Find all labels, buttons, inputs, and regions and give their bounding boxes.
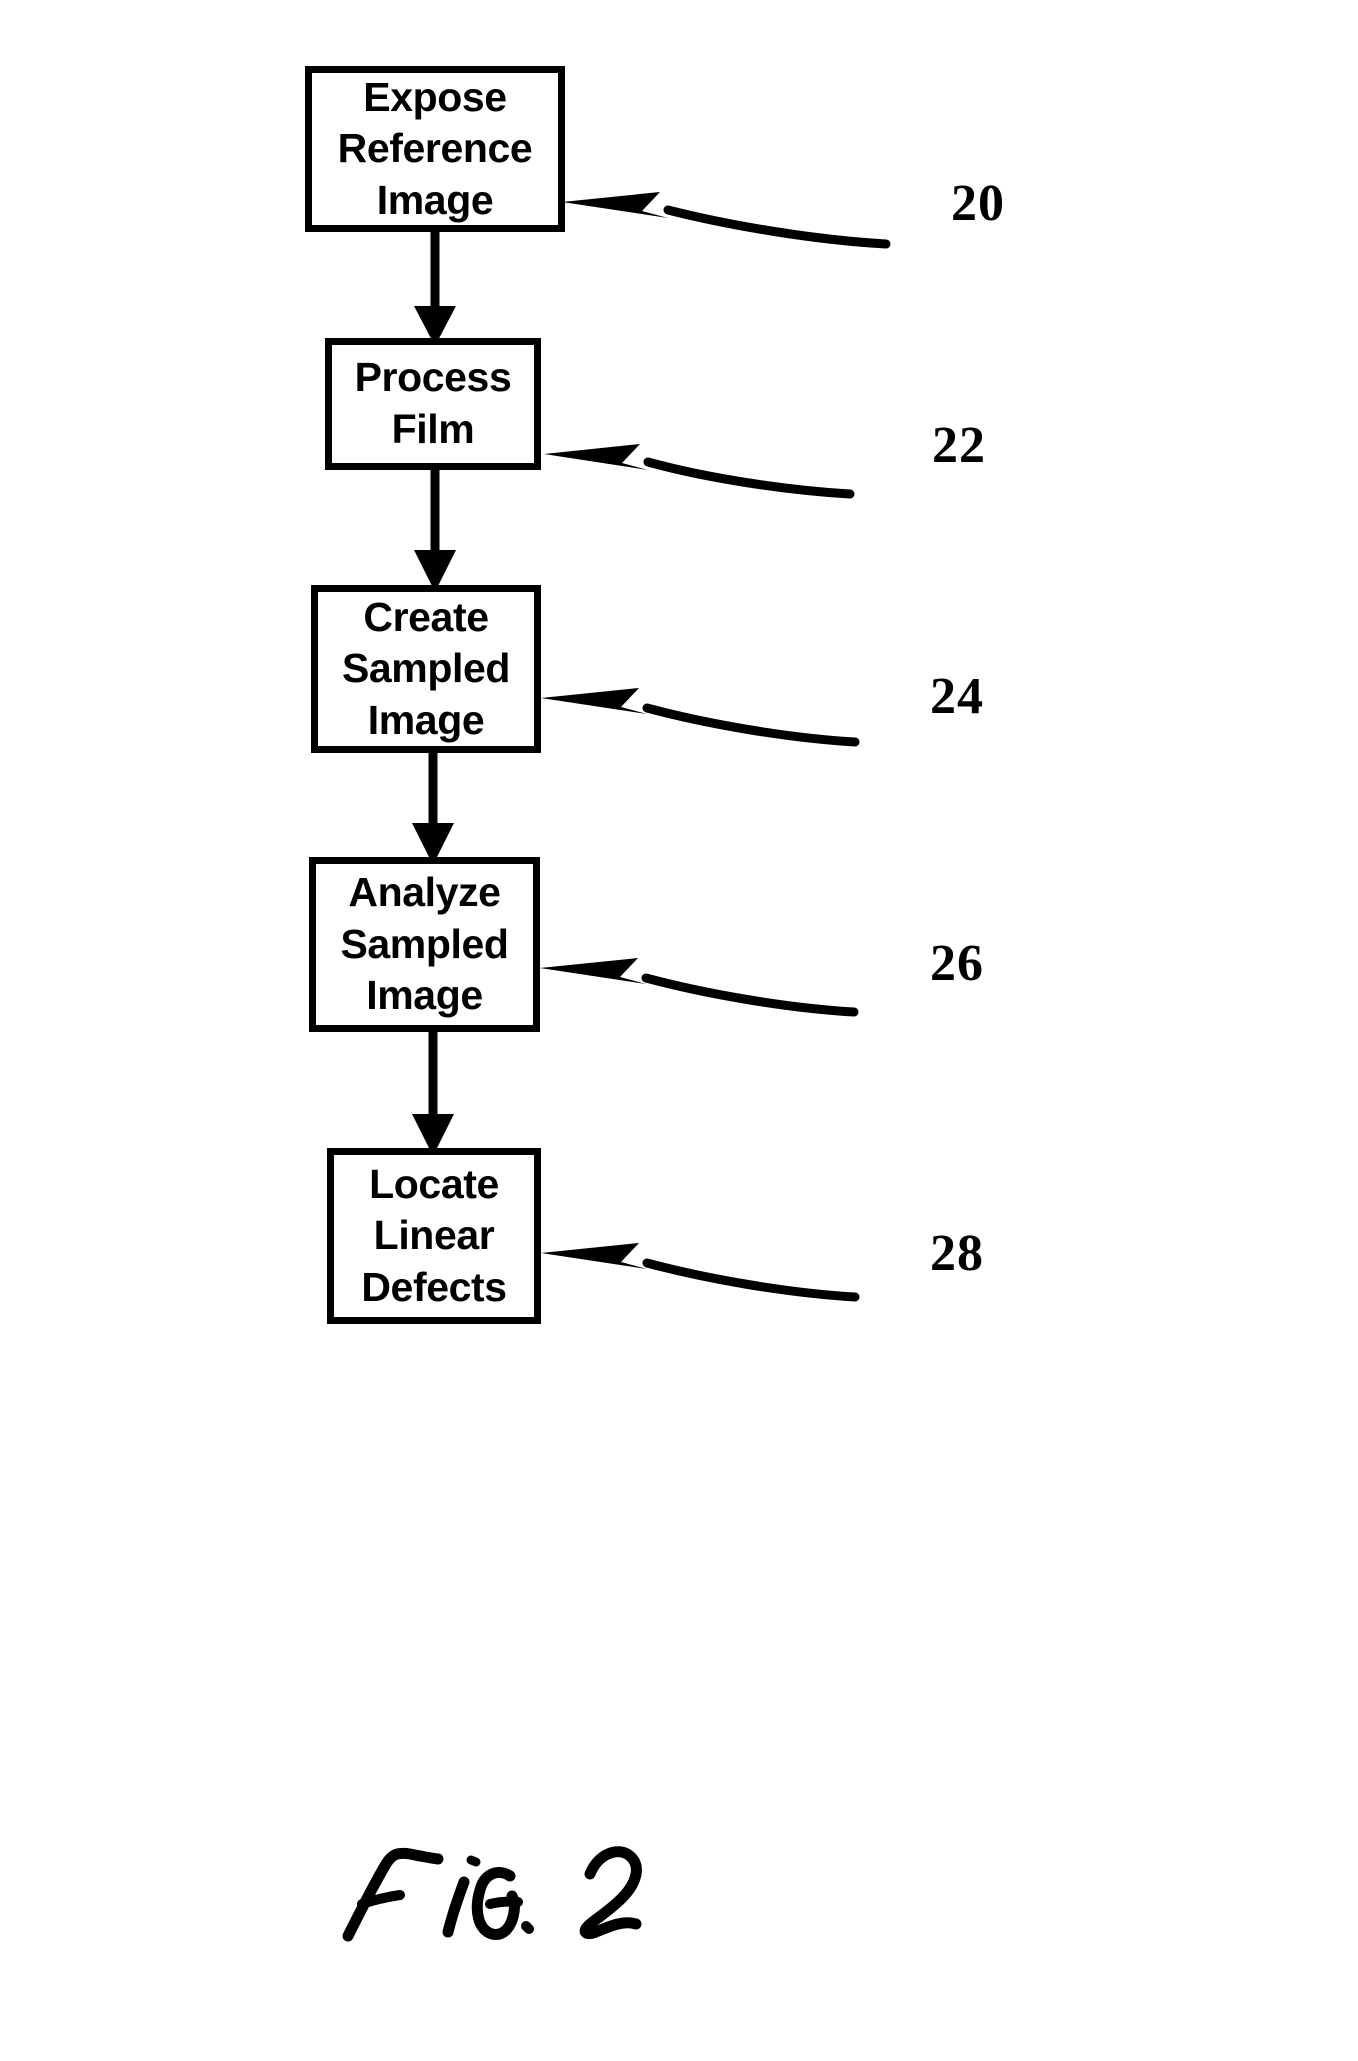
patent-figure-page: Expose Reference Image 20 Process Film 2… (0, 0, 1358, 2061)
reference-numeral-20: 20 (951, 175, 1005, 232)
flow-step-label-line: Analyze (348, 869, 501, 916)
leader-line-22 (540, 400, 855, 500)
leader-line-26 (536, 910, 859, 1020)
down-arrow-icon (412, 1028, 454, 1156)
handwritten-fig-2-icon (342, 1846, 642, 1942)
flow-connector-2 (400, 466, 470, 592)
leader-line-28 (537, 1195, 860, 1305)
flow-step-label-line: Sampled (341, 645, 511, 692)
reference-numeral-22: 22 (932, 417, 986, 474)
leader-line-20 (556, 140, 891, 250)
flow-step-label-line: Sampled (340, 920, 509, 967)
flow-step-label-line: Expose (363, 73, 507, 120)
curved-leader-arrow-icon (541, 688, 860, 747)
flow-step-label-line: Image (376, 176, 494, 223)
flow-step-label-line: Process (354, 354, 512, 401)
reference-numeral-28: 28 (930, 1225, 984, 1282)
leader-line-24 (537, 640, 860, 750)
flow-step-create-sampled-image: Create Sampled Image (311, 585, 541, 753)
flow-step-label-line: Film (391, 406, 475, 452)
flow-step-analyze-sampled-image: Analyze Sampled Image (309, 857, 540, 1032)
curved-leader-arrow-icon (540, 958, 859, 1017)
flow-step-label-line: Linear (373, 1212, 495, 1259)
flow-connector-3 (398, 749, 468, 865)
flow-step-label-line: Image (366, 972, 483, 1019)
flow-step-label-line: Image (367, 696, 485, 743)
flow-connector-1 (400, 228, 470, 346)
reference-numeral-26: 26 (930, 935, 984, 992)
flow-step-label-line: Defects (361, 1263, 507, 1310)
flow-step-label-line: Reference (337, 125, 533, 172)
curved-leader-arrow-icon (562, 192, 891, 249)
flow-step-label-line: Locate (369, 1160, 499, 1207)
figure-caption: FIG. 2 (330, 1838, 730, 1978)
down-arrow-icon (414, 466, 456, 592)
down-arrow-icon (412, 749, 454, 865)
reference-numeral-24: 24 (930, 668, 984, 725)
down-arrow-icon (414, 228, 456, 346)
flow-step-process-film: Process Film (325, 338, 541, 470)
flow-step-label-line: Create (363, 593, 489, 640)
flow-step-locate-linear-defects: Locate Linear Defects (327, 1148, 541, 1324)
flow-step-expose-reference-image: Expose Reference Image (305, 66, 565, 232)
flow-connector-4 (398, 1028, 468, 1156)
curved-leader-arrow-icon (541, 1243, 860, 1302)
curved-leader-arrow-icon (544, 444, 855, 499)
